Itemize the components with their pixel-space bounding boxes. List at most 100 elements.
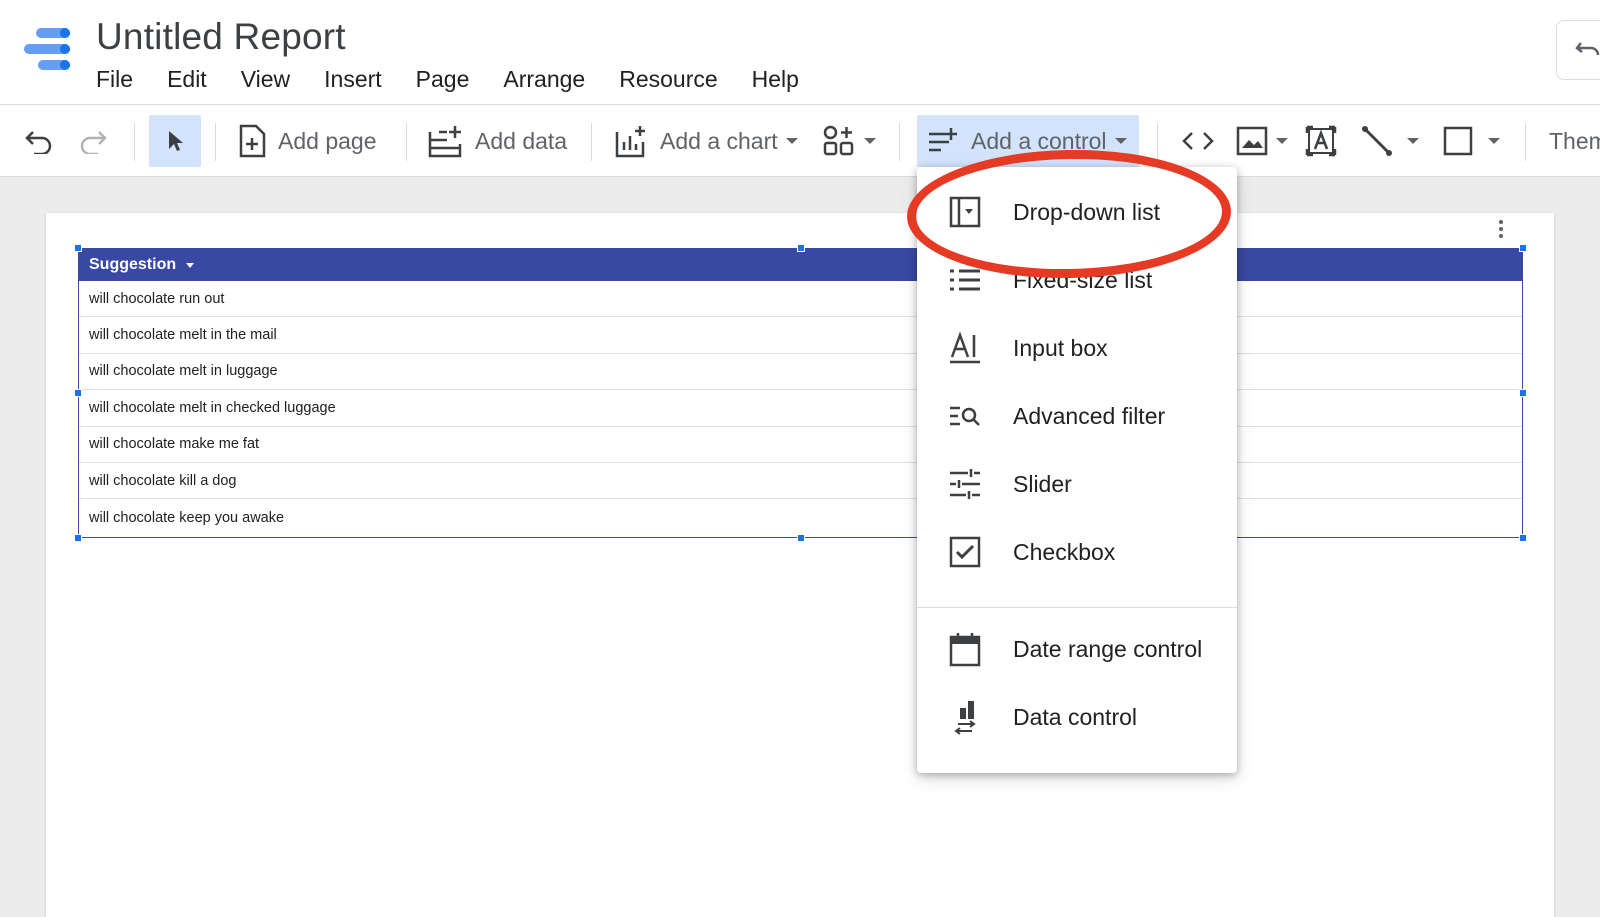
add-page-icon [239, 124, 266, 158]
table-row[interactable]: will chocolate keep you awake [79, 499, 1522, 535]
more-vert-icon[interactable] [1497, 219, 1505, 239]
select-tool-button[interactable] [149, 115, 201, 167]
column-header-suggestion[interactable]: Suggestion [89, 256, 176, 274]
toolbar-divider [1157, 123, 1158, 161]
app-header: Untitled Report File Edit View Insert Pa… [0, 0, 1600, 105]
toolbar-divider [134, 123, 135, 161]
embed-url-button[interactable] [1180, 115, 1216, 167]
cursor-arrow-icon [169, 131, 183, 151]
menu-item-label: Checkbox [1013, 538, 1116, 565]
menu-item-fixed-size-list[interactable]: Fixed-size list [917, 249, 1237, 311]
components-icon [823, 125, 854, 156]
menu-resource[interactable]: Resource [619, 66, 717, 93]
calendar-icon [947, 631, 983, 667]
resize-handle[interactable] [1519, 534, 1527, 542]
text-box-button[interactable] [1305, 115, 1337, 167]
toolbar-divider [899, 123, 900, 161]
report-title[interactable]: Untitled Report [96, 16, 346, 58]
reset-button[interactable] [1556, 20, 1600, 80]
menu-divider [917, 607, 1237, 608]
shape-tool-button[interactable] [1442, 115, 1500, 167]
add-chart-icon [615, 126, 645, 158]
resize-handle[interactable] [797, 244, 805, 252]
add-page-label: Add page [278, 127, 377, 154]
add-chart-button[interactable]: Add a chart [614, 115, 798, 167]
insert-image-button[interactable] [1236, 115, 1288, 167]
dropdown-list-icon [947, 194, 983, 230]
menu-edit[interactable]: Edit [167, 66, 207, 93]
table-row[interactable]: will chocolate melt in luggage [79, 354, 1522, 391]
menu-item-label: Date range control [1013, 635, 1203, 662]
suggestion-table[interactable]: Suggestion will chocolate run out will c… [78, 248, 1523, 538]
chevron-down-icon [1276, 138, 1288, 144]
add-control-menu: Drop-down list Fixed-size list Input box… [917, 167, 1237, 773]
menu-item-label: Input box [1013, 334, 1108, 361]
menu-file[interactable]: File [96, 66, 133, 93]
menu-page[interactable]: Page [416, 66, 470, 93]
resize-handle[interactable] [74, 244, 82, 252]
toolbar-divider [1525, 123, 1526, 161]
add-data-button[interactable]: Add data [427, 115, 567, 167]
menu-item-slider[interactable]: Slider [917, 453, 1237, 515]
menu-item-data-control[interactable]: Data control [917, 686, 1237, 748]
table-row[interactable]: will chocolate melt in checked luggage [79, 390, 1522, 427]
slider-icon [947, 466, 983, 502]
table-header[interactable]: Suggestion [79, 249, 1522, 281]
redo-button[interactable] [78, 115, 108, 167]
table-row[interactable]: will chocolate kill a dog [79, 463, 1522, 500]
toolbar: Add page Add data Add a chart Add a cont… [0, 105, 1600, 177]
resize-handle[interactable] [1519, 244, 1527, 252]
menu-item-label: Data control [1013, 703, 1138, 730]
sort-caret-icon[interactable] [186, 262, 195, 268]
theme-label: Them [1549, 127, 1600, 154]
line-icon [1362, 126, 1392, 156]
menu-item-advanced-filter[interactable]: Advanced filter [917, 385, 1237, 447]
table-row[interactable]: will chocolate run out [79, 281, 1522, 318]
menu-help[interactable]: Help [752, 66, 799, 93]
advanced-filter-icon [947, 398, 983, 434]
menu-item-drop-down-list[interactable]: Drop-down list [917, 181, 1237, 243]
resize-handle[interactable] [797, 534, 805, 542]
menu-item-label: Slider [1013, 470, 1072, 497]
theme-layout-button[interactable]: Them [1549, 115, 1600, 167]
chevron-down-icon [785, 138, 798, 144]
menu-item-input-box[interactable]: Input box [917, 317, 1237, 379]
chevron-down-icon [1488, 138, 1500, 144]
toolbar-divider [591, 123, 592, 161]
checkbox-icon [947, 534, 983, 570]
input-box-icon [947, 330, 983, 366]
chevron-down-icon [1407, 138, 1419, 144]
add-chart-label: Add a chart [660, 127, 778, 154]
add-control-button[interactable]: Add a control [917, 115, 1139, 167]
redo-icon [80, 131, 107, 154]
add-page-button[interactable]: Add page [238, 115, 376, 167]
rectangle-icon [1443, 126, 1473, 156]
menu-item-label: Advanced filter [1013, 402, 1166, 429]
looker-studio-logo-icon [24, 28, 70, 70]
menu-item-date-range-control[interactable]: Date range control [917, 618, 1237, 680]
data-control-icon [947, 699, 983, 735]
menu-insert[interactable]: Insert [324, 66, 382, 93]
text-box-icon [1305, 125, 1337, 157]
chevron-down-icon [1114, 138, 1127, 144]
add-data-icon [428, 126, 462, 158]
code-icon [1182, 132, 1214, 150]
line-tool-button[interactable] [1361, 115, 1419, 167]
table-row[interactable]: will chocolate melt in the mail [79, 317, 1522, 354]
menu-view[interactable]: View [241, 66, 290, 93]
undo-button[interactable] [24, 115, 54, 167]
table-row[interactable]: will chocolate make me fat [79, 427, 1522, 463]
menu-arrange[interactable]: Arrange [503, 66, 585, 93]
toolbar-divider [406, 123, 407, 161]
menu-item-checkbox[interactable]: Checkbox [917, 521, 1237, 583]
menubar: File Edit View Insert Page Arrange Resou… [96, 66, 833, 93]
menu-item-label: Fixed-size list [1013, 266, 1153, 293]
add-control-label: Add a control [971, 127, 1107, 154]
add-component-button[interactable] [822, 115, 876, 167]
add-data-label: Add data [475, 127, 568, 154]
resize-handle[interactable] [74, 534, 82, 542]
list-icon [947, 262, 983, 298]
toolbar-divider [215, 123, 216, 161]
resize-handle[interactable] [74, 389, 82, 397]
resize-handle[interactable] [1519, 389, 1527, 397]
